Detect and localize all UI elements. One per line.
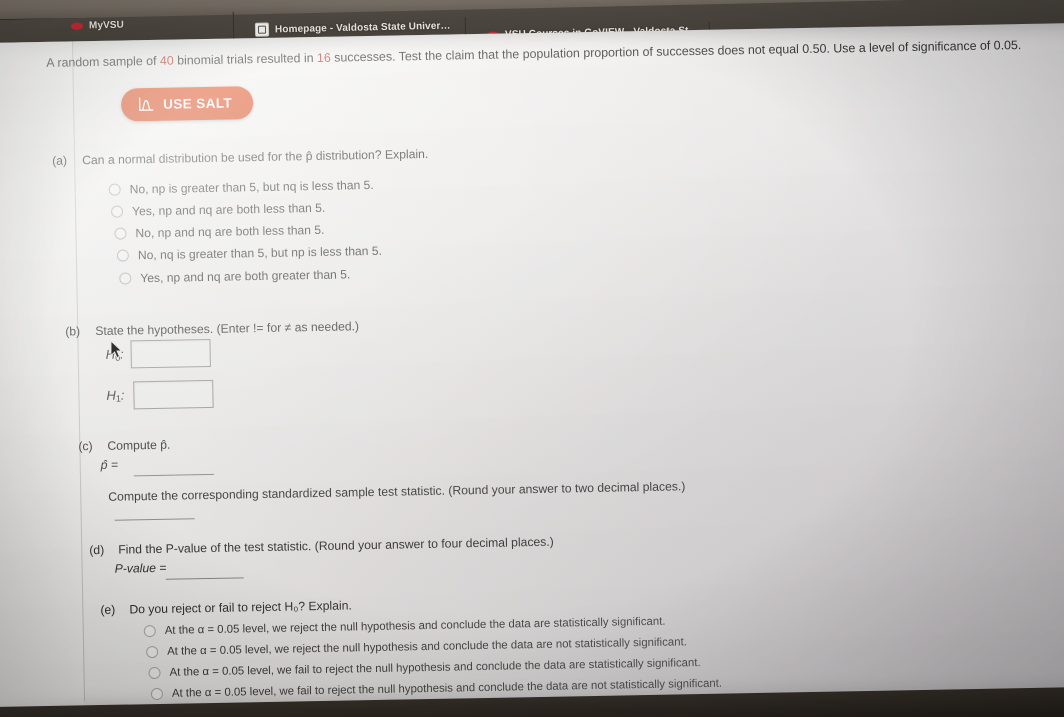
radio-icon[interactable] [150,687,164,701]
part-c-subtext: Compute the corresponding standardized s… [108,479,686,504]
option-label: At the α = 0.05 level, we reject the nul… [167,636,687,658]
radio-icon[interactable] [116,249,129,262]
phat-input[interactable] [133,473,214,477]
monitor-photo: webassign.net ↻ MyVSU Homepage - Valdost… [0,0,1064,717]
option-label: Yes, np and nq are both greater than 5. [140,267,351,286]
question-content: A random sample of 40 binomial trials re… [0,23,1064,711]
part-a-option-4[interactable]: Yes, np and nq are both greater than 5. [119,267,350,285]
part-d-letter: (d) [89,542,105,558]
part-d-text: Find the P-value of the test statistic. … [118,534,554,557]
part-a-option-1[interactable]: Yes, np and nq are both less than 5. [110,200,326,219]
pvalue-label: P-value = [114,560,167,576]
radio-icon[interactable] [148,666,161,680]
option-label: At the α = 0.05 level, we reject the nul… [164,615,666,637]
part-b-letter: (b) [65,324,81,339]
option-label: No, np and nq are both less than 5. [135,222,325,241]
sample-size-value: 40 [159,53,174,68]
radio-icon[interactable] [143,624,156,638]
screen-photo: webassign.net ↻ MyVSU Homepage - Valdost… [0,0,1064,717]
h0-input[interactable] [130,338,211,369]
option-label: At the α = 0.05 level, we fail to reject… [169,657,701,679]
prompt-text-1: A random sample of [46,53,161,70]
h1-label: H1: [106,388,124,404]
part-a-option-2[interactable]: No, np and nq are both less than 5. [114,222,325,241]
part-c-text: Compute p̂. [107,437,171,453]
test-statistic-input[interactable] [114,518,195,521]
part-e-option-1[interactable]: At the α = 0.05 level, we reject the nul… [146,636,687,659]
tab-label: Homepage - Valdosta State University [274,19,456,35]
webassign-page: A random sample of 40 binomial trials re… [0,22,1064,712]
part-a-letter: (a) [52,153,68,168]
pvalue-input[interactable] [165,577,244,580]
option-label: No, np is greater than 5, but nq is less… [129,177,374,197]
h0-label: H0: [106,347,124,363]
part-a-option-3[interactable]: No, nq is greater than 5, but np is less… [116,243,383,263]
part-e-text: Do you reject or fail to reject H₀? Expl… [129,598,352,617]
radio-icon[interactable] [119,272,132,285]
tab-label: MyVSU [88,19,125,31]
part-b-text: State the hypotheses. (Enter != for ≠ as… [95,319,360,339]
option-label: No, nq is greater than 5, but np is less… [137,243,383,263]
question-prompt: A random sample of 40 binomial trials re… [46,36,1056,71]
browser-tab-myvsu[interactable]: MyVSU [62,5,233,43]
radio-icon[interactable] [146,645,159,659]
h1-input[interactable] [133,379,214,410]
use-salt-button[interactable]: USE SALT [120,86,254,122]
radio-icon[interactable] [108,183,121,196]
successes-value: 16 [316,50,331,65]
radio-icon[interactable] [110,205,124,218]
h1-colon: : [120,387,125,403]
part-c-letter: (c) [78,439,93,454]
vsu-favicon-icon [71,20,83,32]
part-a-text: Can a normal distribution be used for th… [82,146,429,168]
part-a-option-0[interactable]: No, np is greater than 5, but nq is less… [108,177,374,197]
page-favicon-icon [254,22,270,37]
distribution-curve-icon [138,97,154,111]
prompt-text-2: binomial trials resulted in [173,50,318,68]
use-salt-label: USE SALT [162,95,233,112]
part-e-option-2[interactable]: At the α = 0.05 level, we fail to reject… [148,657,701,680]
radio-icon[interactable] [114,227,127,240]
prompt-text-3: successes. Test the claim that the popul… [330,38,1022,65]
part-e-letter: (e) [100,602,116,618]
option-label: Yes, np and nq are both less than 5. [131,200,326,219]
h0-colon: : [119,346,124,362]
phat-label: p̂ = [100,457,119,472]
part-e-option-0[interactable]: At the α = 0.05 level, we reject the nul… [143,615,666,638]
